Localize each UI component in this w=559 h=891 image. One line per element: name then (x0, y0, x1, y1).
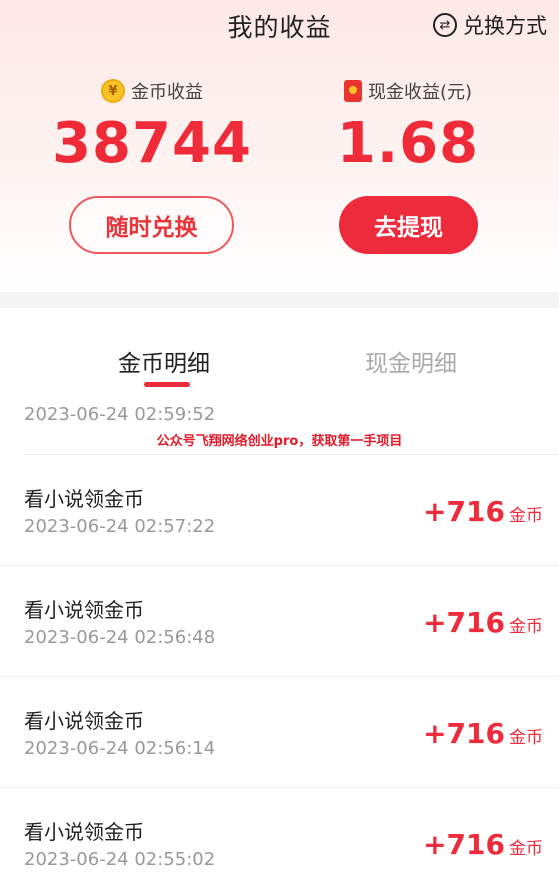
list-item-amount: +716 金币 (423, 606, 543, 639)
amount-unit: 金币 (509, 506, 543, 526)
cash-earnings-label-row: 现金收益(元) (278, 78, 538, 104)
list-item-title: 看小说领金币 (24, 820, 144, 844)
exchange-mode-button[interactable]: ⇄ 兑换方式 (433, 10, 547, 40)
list-item-time: 2023-06-24 02:56:48 (24, 627, 216, 648)
amount-value: +716 (423, 717, 505, 750)
list-item-time: 2023-06-24 02:57:22 (24, 516, 216, 537)
watermark-text: 公众号飞翔网络创业pro，获取第一手项目 (156, 434, 403, 449)
amount-unit: 金币 (509, 728, 543, 748)
amount-unit: 金币 (509, 617, 543, 637)
coin-earnings-label-row: ¥ 金币收益 (22, 78, 282, 104)
cash-earnings-label: 现金收益(元) (367, 82, 473, 103)
list-item-title: 看小说领金币 (24, 487, 144, 511)
list-item-amount: +716 金币 (423, 717, 543, 750)
amount-value: +716 (423, 828, 505, 861)
list-item-time-partial: 2023-06-24 02:59:52 (24, 404, 216, 425)
exchange-icon: ⇄ (433, 13, 457, 37)
list-item-time: 2023-06-24 02:55:02 (24, 849, 216, 870)
list-item[interactable]: 看小说领金币 2023-06-24 02:56:48 +716 金币 (0, 566, 559, 677)
amount-value: +716 (423, 606, 505, 639)
coin-icon: ¥ (101, 79, 125, 103)
coin-detail-list[interactable]: 2023-06-24 02:59:52 公众号飞翔网络创业pro，获取第一手项目… (0, 398, 559, 891)
list-item-time: 2023-06-24 02:56:14 (24, 738, 216, 759)
cash-earnings: 现金收益(元) 1.68 (278, 78, 538, 174)
list-item-title: 看小说领金币 (24, 598, 144, 622)
section-divider (0, 292, 559, 308)
coin-earnings-value: 38744 (52, 111, 252, 176)
cash-earnings-value: 1.68 (336, 111, 480, 176)
tab-coin-details[interactable]: 金币明细 (118, 344, 210, 378)
red-packet-icon (343, 80, 362, 102)
tab-cash-details[interactable]: 现金明细 (365, 344, 457, 378)
detail-tabs: 金币明细 现金明细 (0, 308, 559, 398)
amount-value: +716 (423, 495, 505, 528)
list-item[interactable]: 看小说领金币 2023-06-24 02:56:14 +716 金币 (0, 677, 559, 788)
coin-earnings: ¥ 金币收益 38744 (22, 78, 282, 174)
list-item-amount: +716 金币 (423, 828, 543, 861)
amount-unit: 金币 (509, 839, 543, 859)
exchange-mode-label: 兑换方式 (463, 14, 547, 38)
list-item-amount: +716 金币 (423, 495, 543, 528)
list-item[interactable]: 看小说领金币 2023-06-24 02:57:22 +716 金币 (0, 455, 559, 566)
list-item-title: 看小说领金币 (24, 709, 144, 733)
withdraw-button[interactable]: 去提现 (339, 196, 478, 254)
active-tab-indicator (144, 382, 190, 387)
exchange-anytime-button[interactable]: 随时兑换 (69, 196, 234, 254)
coin-earnings-label: 金币收益 (131, 82, 203, 103)
list-item[interactable]: 看小说领金币 2023-06-24 02:55:02 +716 金币 (0, 788, 559, 891)
